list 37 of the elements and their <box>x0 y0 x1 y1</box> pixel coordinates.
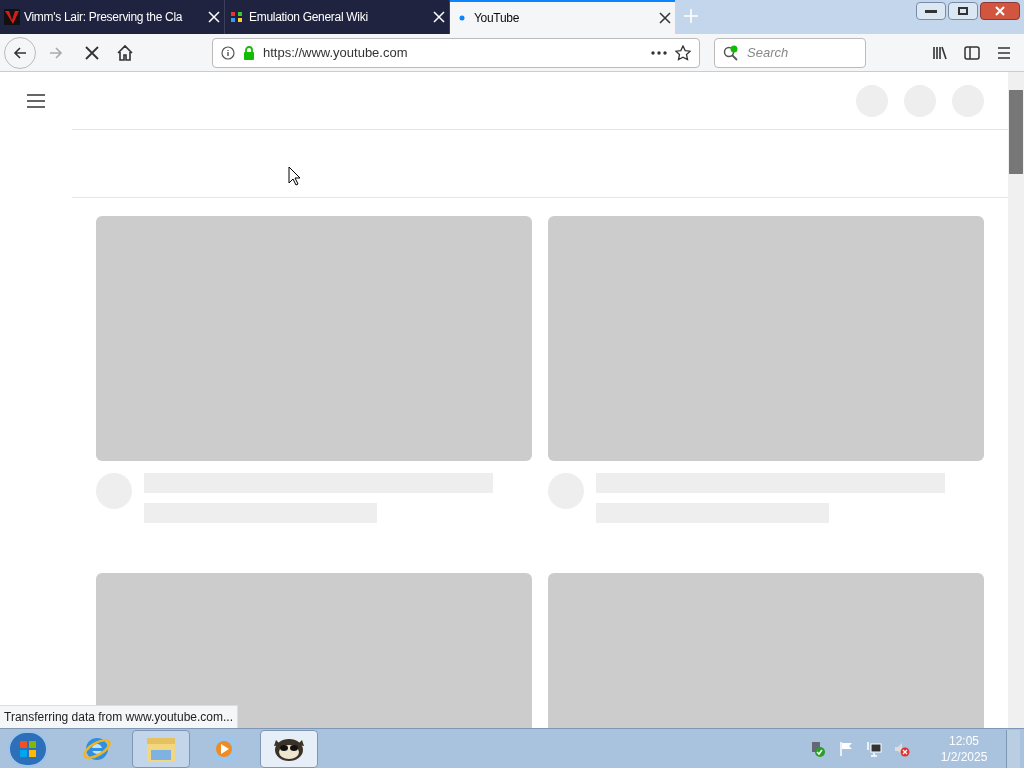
cursor-icon <box>288 166 300 186</box>
library-icon[interactable] <box>932 44 948 61</box>
menu-icon[interactable] <box>26 93 46 108</box>
url-text: https://www.youtube.com <box>263 43 409 62</box>
tab-title: YouTube <box>474 10 521 27</box>
close-icon <box>995 6 1005 16</box>
info-icon[interactable] <box>221 45 235 60</box>
status-text: Transferring data from www.youtube.com... <box>0 705 238 728</box>
menu-icon[interactable] <box>996 45 1012 60</box>
home-icon[interactable] <box>116 43 134 62</box>
scrollbar[interactable] <box>1008 72 1024 728</box>
tab-title: Vimm's Lair: Preserving the Cla <box>24 9 184 26</box>
letter-v-icon <box>4 9 20 25</box>
windows-logo-icon <box>19 739 37 758</box>
address-bar[interactable]: https://www.youtube.com <box>212 37 700 68</box>
sidebar-icon[interactable] <box>964 44 980 61</box>
shield-check-icon[interactable] <box>810 740 826 757</box>
taskbar-button[interactable] <box>260 729 318 768</box>
browser-tab[interactable]: Vimm's Lair: Preserving the Cla <box>0 0 225 34</box>
restore-button[interactable] <box>948 2 978 20</box>
search-field[interactable]: Search <box>714 37 866 68</box>
close-icon[interactable] <box>659 12 671 24</box>
stop-icon[interactable] <box>84 44 100 61</box>
loading-dot-icon <box>459 15 465 21</box>
more-icon[interactable] <box>651 50 667 55</box>
minimize-button[interactable] <box>916 2 946 20</box>
close-window-button[interactable] <box>980 2 1020 20</box>
pixel-icon <box>229 9 245 25</box>
network-icon[interactable] <box>866 740 882 757</box>
star-icon[interactable] <box>675 44 691 61</box>
play-icon <box>212 734 238 763</box>
search-icon <box>723 44 739 61</box>
browser-tab[interactable]: YouTube <box>450 0 675 34</box>
browser-tab[interactable]: Emulation General Wiki <box>225 0 450 34</box>
tab-title: Emulation General Wiki <box>249 9 369 26</box>
start-button[interactable] <box>8 730 48 767</box>
back-arrow-icon <box>12 44 28 61</box>
